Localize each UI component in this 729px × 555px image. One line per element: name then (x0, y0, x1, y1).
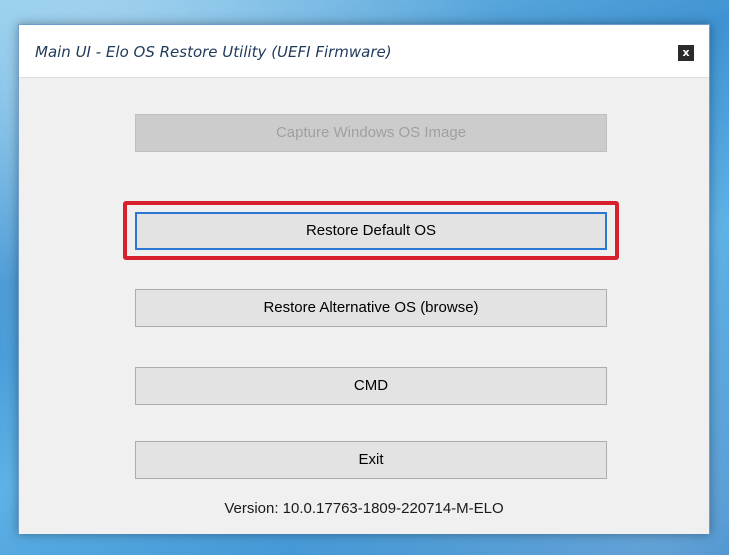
client-area: Capture Windows OS Image Restore Default… (19, 77, 709, 534)
exit-button[interactable]: Exit (135, 441, 607, 479)
title-bar: Main UI - Elo OS Restore Utility (UEFI F… (19, 25, 709, 77)
restore-utility-window: Main UI - Elo OS Restore Utility (UEFI F… (18, 24, 710, 534)
window-title: Main UI - Elo OS Restore Utility (UEFI F… (35, 43, 392, 61)
cmd-button[interactable]: CMD (135, 367, 607, 405)
capture-windows-os-image-button: Capture Windows OS Image (135, 114, 607, 152)
restore-alternative-os-button[interactable]: Restore Alternative OS (browse) (135, 289, 607, 327)
close-icon: x (682, 46, 690, 59)
restore-default-os-button[interactable]: Restore Default OS (135, 212, 607, 250)
close-button[interactable]: x (678, 45, 694, 61)
version-label: Version: 10.0.17763-1809-220714-M-ELO (224, 500, 504, 517)
